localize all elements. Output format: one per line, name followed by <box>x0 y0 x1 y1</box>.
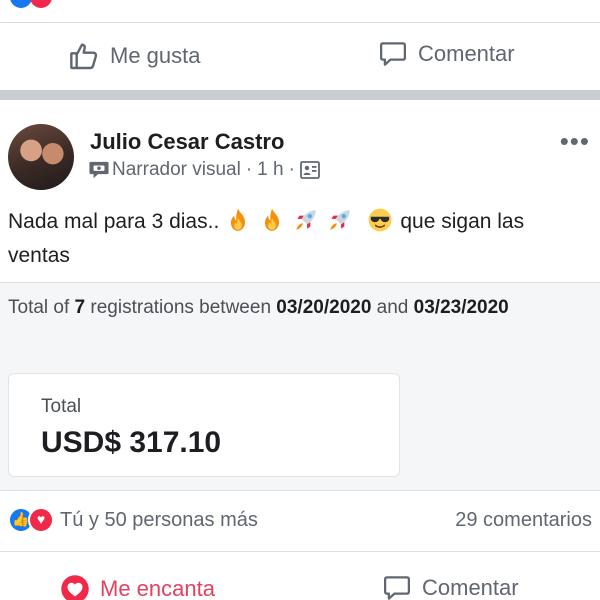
divider <box>0 22 600 23</box>
separator-dot: · <box>288 159 295 180</box>
rocket-emoji-icon <box>329 210 350 230</box>
reg-end-date: 03/23/2020 <box>413 297 509 318</box>
separator-dot: · <box>245 159 253 180</box>
comment-button[interactable]: Comentar <box>382 573 519 600</box>
previous-post-reactions <box>0 0 60 8</box>
reg-start-date: 03/20/2020 <box>276 297 372 318</box>
comment-bubble-icon <box>384 576 410 600</box>
post-meta: Narrador visual · 1 h · <box>88 159 320 181</box>
author-name[interactable]: Julio Cesar Castro <box>90 129 284 155</box>
comment-button-label: Comentar <box>422 575 519 600</box>
audience-icon[interactable] <box>300 161 320 179</box>
like-button[interactable]: Me gusta <box>68 40 201 72</box>
reg-and: and <box>376 297 409 318</box>
visual-storyteller-badge-icon <box>89 161 109 179</box>
registrations-summary: Total of 7 registrations between 03/20/2… <box>8 297 509 319</box>
like-reaction-icon <box>10 0 32 8</box>
reg-count: 7 <box>74 297 86 318</box>
avatar[interactable] <box>8 124 74 190</box>
post-time[interactable]: 1 h <box>257 159 283 181</box>
more-options-icon[interactable]: ••• <box>560 126 590 157</box>
love-button[interactable]: Me encanta <box>60 574 215 600</box>
divider <box>0 490 600 491</box>
love-button-label: Me encanta <box>100 576 215 600</box>
total-value: USD$ 317.10 <box>41 426 222 459</box>
rocket-emoji-icon <box>296 210 316 230</box>
love-reaction-icon <box>61 575 89 600</box>
fire-emoji-icon <box>231 208 246 231</box>
love-reaction-icon: ♥ <box>28 507 54 533</box>
fire-emoji-icon <box>264 208 280 231</box>
post-text: Nada mal para 3 dias.. que sigan las ven… <box>8 205 586 273</box>
reactions-summary[interactable]: 👍 ♥ Tú y 50 personas más <box>8 507 258 533</box>
comment-button[interactable]: Comentar <box>378 39 515 69</box>
post-text-start: Nada mal para 3 dias.. <box>8 210 220 233</box>
comment-bubble-icon <box>380 42 406 66</box>
thumbs-up-icon <box>70 43 98 70</box>
divider <box>0 551 600 552</box>
like-button-label: Me gusta <box>110 43 201 68</box>
smiling-face-with-sunglasses-emoji-icon <box>368 208 391 232</box>
post-separator <box>0 90 600 100</box>
comment-button-label: Comentar <box>418 41 515 66</box>
comments-count[interactable]: 29 comentarios <box>455 509 592 532</box>
love-reaction-icon <box>30 0 52 8</box>
author-badge: Narrador visual <box>112 159 241 180</box>
total-label: Total <box>41 396 82 417</box>
reg-middle: registrations between <box>90 297 272 318</box>
reg-prefix: Total of <box>8 297 70 318</box>
total-card: Total USD$ 317.10 <box>8 373 400 477</box>
reactions-text: Tú y 50 personas más <box>60 508 258 531</box>
